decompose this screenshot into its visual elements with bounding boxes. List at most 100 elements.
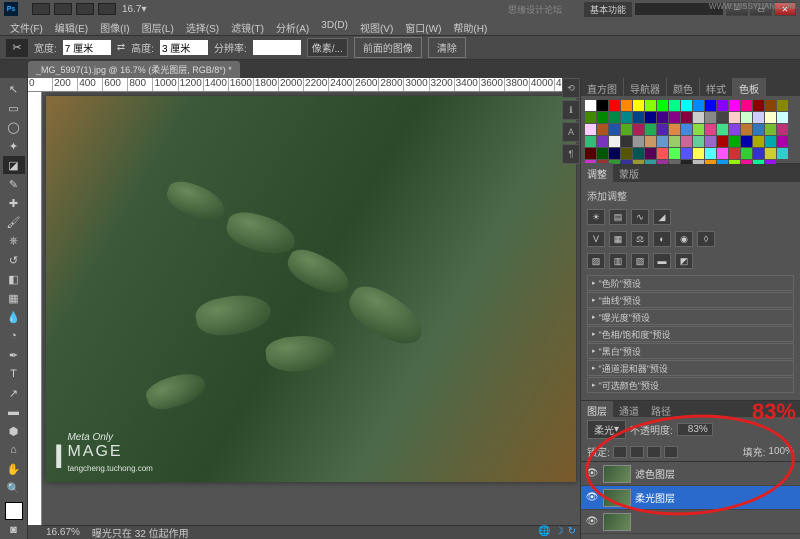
lock-trans-icon[interactable] xyxy=(613,446,627,458)
swatch[interactable] xyxy=(717,136,728,147)
swatch[interactable] xyxy=(681,100,692,111)
menu-layer[interactable]: 图层(L) xyxy=(136,18,180,35)
swatch[interactable] xyxy=(585,136,596,147)
swatch[interactable] xyxy=(681,136,692,147)
preset-item[interactable]: "色阶"预设 xyxy=(587,275,794,291)
swatch[interactable] xyxy=(621,136,632,147)
layer-thumb[interactable] xyxy=(603,465,631,483)
swatch[interactable] xyxy=(645,112,656,123)
info-panel-icon[interactable]: ℹ xyxy=(562,100,580,120)
visibility-icon[interactable]: 👁 xyxy=(585,515,599,529)
swatch[interactable] xyxy=(705,124,716,135)
preset-item[interactable]: "可选颜色"预设 xyxy=(587,377,794,393)
swatch[interactable] xyxy=(729,136,740,147)
swatches-grid[interactable] xyxy=(581,96,800,164)
levels-icon[interactable]: ▤ xyxy=(609,209,627,225)
swatch[interactable] xyxy=(705,112,716,123)
tab-navigator[interactable]: 导航器 xyxy=(624,78,667,96)
layer-thumb[interactable] xyxy=(603,513,631,531)
swatch[interactable] xyxy=(705,148,716,159)
swatch[interactable] xyxy=(585,100,596,111)
swatch[interactable] xyxy=(597,100,608,111)
visibility-icon[interactable]: 👁 xyxy=(585,467,599,481)
brightness-icon[interactable]: ☀ xyxy=(587,209,605,225)
swatch[interactable] xyxy=(597,124,608,135)
screen-mode-icon[interactable] xyxy=(76,3,94,15)
photo-filter-icon[interactable]: ◉ xyxy=(675,231,693,247)
swatch[interactable] xyxy=(729,100,740,111)
char-panel-icon[interactable]: A xyxy=(562,122,580,142)
hue-icon[interactable]: ▦ xyxy=(609,231,627,247)
threshold-icon[interactable]: ▧ xyxy=(631,253,649,269)
swatch[interactable] xyxy=(669,148,680,159)
swatch[interactable] xyxy=(777,100,788,111)
swatch[interactable] xyxy=(741,100,752,111)
swatch[interactable] xyxy=(645,136,656,147)
canvas[interactable]: I Meta OnlyMAGEtangcheng.tuchong.com xyxy=(42,92,580,525)
swatch[interactable] xyxy=(753,112,764,123)
swatch[interactable] xyxy=(681,148,692,159)
height-input[interactable]: 3 厘米 xyxy=(160,40,208,55)
swatch[interactable] xyxy=(657,100,668,111)
menu-edit[interactable]: 编辑(E) xyxy=(49,18,94,35)
swatch[interactable] xyxy=(753,100,764,111)
swatch[interactable] xyxy=(741,112,752,123)
swatch[interactable] xyxy=(693,136,704,147)
menu-window[interactable]: 窗口(W) xyxy=(399,18,447,35)
swatch[interactable] xyxy=(609,136,620,147)
brush-tool-icon[interactable]: 🖌 xyxy=(3,213,25,231)
tab-histogram[interactable]: 直方图 xyxy=(581,78,624,96)
swatch[interactable] xyxy=(597,112,608,123)
swatch[interactable] xyxy=(693,100,704,111)
zoom-tool-icon[interactable]: 🔍 xyxy=(3,479,25,497)
preset-item[interactable]: "曲线"预设 xyxy=(587,292,794,308)
swatch[interactable] xyxy=(765,112,776,123)
swatch[interactable] xyxy=(693,148,704,159)
swatch[interactable] xyxy=(753,124,764,135)
swatch[interactable] xyxy=(669,124,680,135)
history-panel-icon[interactable]: ⟲ xyxy=(562,78,580,98)
foreground-color[interactable] xyxy=(5,502,23,520)
swatch[interactable] xyxy=(669,112,680,123)
front-image-button[interactable]: 前面的图像 xyxy=(354,37,422,58)
hand-tool-icon[interactable]: ✋ xyxy=(3,460,25,478)
menu-filter[interactable]: 滤镜(T) xyxy=(225,18,270,35)
swatch[interactable] xyxy=(717,112,728,123)
swatch[interactable] xyxy=(585,148,596,159)
swatch[interactable] xyxy=(645,124,656,135)
tab-paths[interactable]: 路径 xyxy=(645,401,677,417)
swatch[interactable] xyxy=(729,112,740,123)
menu-help[interactable]: 帮助(H) xyxy=(447,18,493,35)
swatch[interactable] xyxy=(645,100,656,111)
eyedropper-tool-icon[interactable]: ✎ xyxy=(3,175,25,193)
menu-select[interactable]: 选择(S) xyxy=(180,18,225,35)
swatch[interactable] xyxy=(621,112,632,123)
swatch[interactable] xyxy=(693,112,704,123)
swatch[interactable] xyxy=(729,124,740,135)
sync-icon[interactable]: ↻ xyxy=(568,526,576,537)
swatch[interactable] xyxy=(609,100,620,111)
swatch[interactable] xyxy=(633,100,644,111)
menu-file[interactable]: 文件(F) xyxy=(4,18,49,35)
swatch[interactable] xyxy=(777,124,788,135)
extras-icon[interactable] xyxy=(98,3,116,15)
type-tool-icon[interactable]: T xyxy=(3,365,25,383)
preset-item[interactable]: "曝光度"预设 xyxy=(587,309,794,325)
swatch[interactable] xyxy=(669,100,680,111)
swatch[interactable] xyxy=(585,124,596,135)
res-input[interactable] xyxy=(253,40,301,55)
tab-color[interactable]: 颜色 xyxy=(667,78,700,96)
swatch[interactable] xyxy=(765,100,776,111)
swatch[interactable] xyxy=(729,148,740,159)
swatch[interactable] xyxy=(753,136,764,147)
lasso-tool-icon[interactable]: ◯ xyxy=(3,118,25,136)
swatch[interactable] xyxy=(693,124,704,135)
swatch[interactable] xyxy=(765,136,776,147)
blend-mode-dd[interactable]: 柔光 ▾ xyxy=(587,420,626,439)
layer-row[interactable]: 👁 xyxy=(581,510,800,534)
invert-icon[interactable]: ▨ xyxy=(587,253,605,269)
curves-icon[interactable]: ∿ xyxy=(631,209,649,225)
mixer-icon[interactable]: ◊ xyxy=(697,231,715,247)
swatch[interactable] xyxy=(777,112,788,123)
swap-icon[interactable]: ⇄ xyxy=(117,42,125,53)
